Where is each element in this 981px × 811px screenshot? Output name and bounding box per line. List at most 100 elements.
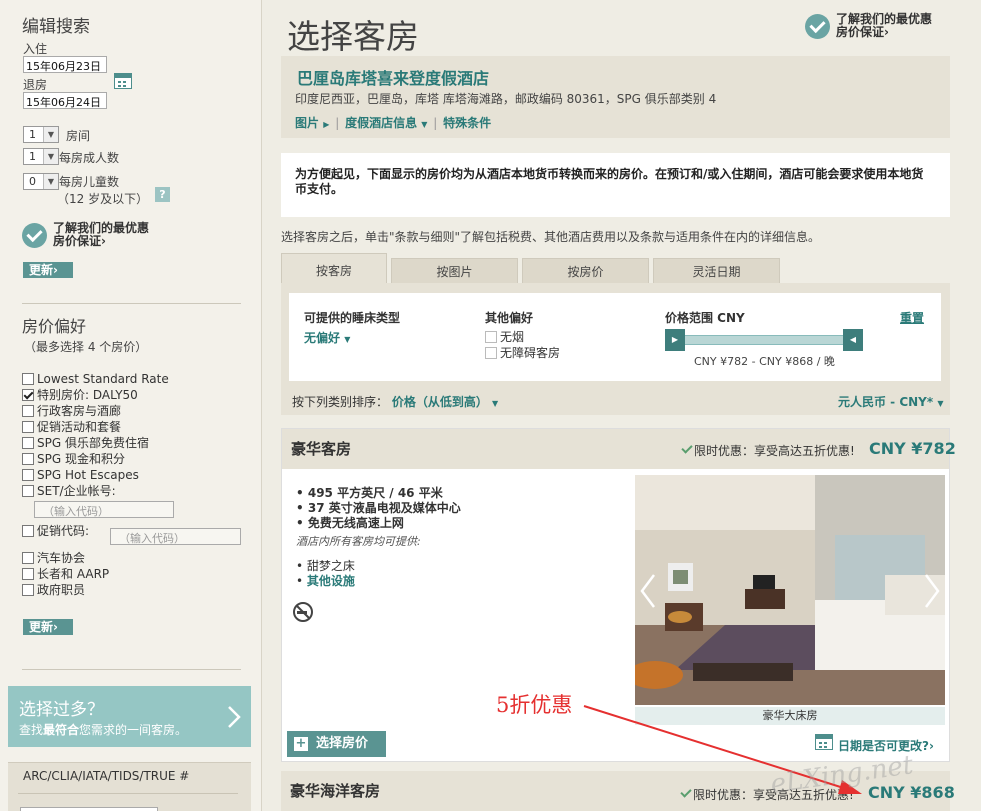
chevron-down-icon: ▼ [43, 174, 58, 189]
checkbox[interactable] [22, 469, 34, 481]
corporate-code-input[interactable]: （输入代码） [34, 501, 174, 518]
check-icon [681, 442, 693, 454]
checkbox[interactable] [22, 584, 34, 596]
checkbox[interactable] [22, 373, 34, 385]
adults-select[interactable]: 1 ▼ [23, 148, 59, 165]
affiliation-government[interactable]: 政府职员 [22, 583, 85, 597]
divider [18, 793, 238, 794]
currency-dropdown[interactable]: 元人民币 - CNY* ▼ [838, 393, 944, 410]
carousel-next-icon[interactable] [923, 573, 941, 609]
rate-option-spg-hot-escapes[interactable]: SPG Hot Escapes [22, 468, 139, 482]
checkbox[interactable] [22, 405, 34, 417]
hotel-name[interactable]: 巴厘岛库塔喜来登度假酒店 [297, 65, 489, 89]
affiliation-auto-club[interactable]: 汽车协会 [22, 551, 85, 565]
arc-clia-section: ARC/CLIA/IATA/TIDS/TRUE # [8, 762, 251, 811]
search-sidebar: 编辑搜索 入住 15年06月23日 退房 15年06月24日 1 ▼ 房间 1 ▼ … [0, 0, 262, 811]
chevron-right-icon: › [53, 263, 58, 277]
caret-down-icon: ▼ [421, 120, 428, 129]
sort-label: 按下列类别排序： [292, 395, 389, 409]
too-many-choices-banner[interactable]: 选择过多？ 查找最符合您需求的一间客房。 [8, 686, 251, 747]
checkin-date-input[interactable]: 15年06月23日 [23, 56, 107, 73]
checkbox[interactable] [22, 421, 34, 433]
promo-code-input[interactable]: （输入代码） [110, 528, 241, 545]
caret-right-icon: ▶ [323, 120, 330, 129]
chevron-right-icon: › [928, 739, 934, 753]
special-conditions-link[interactable]: 特殊条件 [443, 116, 491, 130]
checkbox[interactable] [485, 347, 497, 359]
children-select[interactable]: 0 ▼ [23, 173, 59, 190]
tab-by-rate[interactable]: 按房价 [522, 258, 649, 284]
slider-track [681, 335, 847, 345]
rate-option-spg-free-night[interactable]: SPG 俱乐部免费住宿 [22, 436, 149, 450]
hotel-address: 印度尼西亚，巴厘岛，库塔 库塔海滩路，邮政编码 80361，SPG 俱乐部类别 … [295, 92, 717, 106]
children-age-note: （12 岁及以下） [57, 192, 149, 206]
currency-notice-text: 为方便起见，下面显示的房价均为从酒店本地货币转换而来的房价。在预订和/或入住期间… [295, 167, 924, 196]
rate-option-lowest-standard[interactable]: Lowest Standard Rate [22, 372, 169, 386]
room-photo-image [635, 475, 945, 705]
rooms-select[interactable]: 1 ▼ [23, 126, 59, 143]
checkbox[interactable] [22, 525, 34, 537]
rate-option-label: 特别房价: DALY50 [37, 388, 138, 402]
reset-link[interactable]: 重置 [900, 309, 924, 326]
slider-handle-max[interactable]: ◀ [843, 329, 863, 351]
edit-search-title: 编辑搜索 [22, 17, 90, 37]
checkbox[interactable] [22, 568, 34, 580]
best-rate-guarantee-link[interactable]: 了解我们的最优惠 房价保证› [53, 222, 149, 248]
rate-option-promotions[interactable]: 促销活动和套餐 [22, 420, 121, 434]
rate-option-executive[interactable]: 行政客房与酒廊 [22, 404, 121, 418]
feature-item: • 免费无线高速上网 [296, 516, 404, 530]
calendar-icon[interactable] [114, 73, 132, 89]
nonsmoking-option[interactable]: 无烟 [485, 328, 524, 345]
checkbox[interactable] [22, 437, 34, 449]
rate-option-spg-cash-points[interactable]: SPG 现金和积分 [22, 452, 125, 466]
rate-option-corporate[interactable]: SET/企业帐号: [22, 484, 116, 498]
rate-option-label: SPG 现金和积分 [37, 452, 125, 466]
affiliation-senior-aarp[interactable]: 长者和 AARP [22, 567, 109, 581]
price-range-slider[interactable]: ▶ ◀ [665, 329, 863, 351]
arc-label: ARC/CLIA/IATA/TIDS/TRUE # [23, 769, 190, 783]
checkbox[interactable] [22, 453, 34, 465]
discount-annotation: 5折优惠 [496, 693, 573, 717]
checkout-label: 退房 [23, 78, 48, 92]
tab-by-room[interactable]: 按客房 [281, 253, 387, 284]
extra-features: • 甜梦之床 • 其他设施 [296, 559, 355, 589]
promo-code-option[interactable]: 促销代码: [22, 524, 89, 538]
slider-handle-min[interactable]: ▶ [665, 329, 685, 351]
checkbox-checked[interactable] [22, 389, 34, 401]
arc-input[interactable] [20, 807, 158, 811]
adults-label: 每房成人数 [59, 151, 120, 165]
rate-option-label: SPG Hot Escapes [37, 468, 139, 482]
bed-type-dropdown[interactable]: 无偏好 ▼ [304, 329, 350, 346]
room-photo[interactable] [635, 475, 945, 705]
photos-link[interactable]: 图片 ▶ [295, 116, 329, 130]
caret-down-icon: ▼ [492, 399, 499, 408]
resort-info-link[interactable]: 度假酒店信息 ▼ [345, 116, 427, 130]
help-icon[interactable]: ? [155, 187, 170, 202]
rate-option-label: 行政客房与酒廊 [37, 404, 122, 418]
feature-item: • 37 英寸液晶电视及媒体中心 [296, 501, 461, 515]
update-button-bottom[interactable]: 更新› [23, 619, 73, 635]
update-button[interactable]: 更新› [23, 262, 73, 278]
plus-icon: + [294, 736, 308, 751]
other-amenities-link[interactable]: 其他设施 [307, 574, 355, 588]
sort-dropdown[interactable]: 价格（从低到高） ▼ [392, 395, 498, 409]
chevron-right-icon: › [101, 234, 106, 248]
tab-by-photo[interactable]: 按图片 [391, 258, 518, 284]
carousel-prev-icon[interactable] [639, 573, 657, 609]
rate-option-daly50[interactable]: 特别房价: DALY50 [22, 388, 138, 402]
guarantee-line2: 房价保证 [836, 25, 885, 39]
chevron-right-icon: › [53, 620, 58, 634]
price-range-value: CNY ¥782 - CNY ¥868 / 晚 [694, 355, 835, 368]
promo-code-label: 促销代码: [37, 524, 90, 538]
select-rate-button[interactable]: + 选择房价 [287, 731, 386, 757]
accessible-option[interactable]: 无障碍客房 [485, 344, 560, 361]
checkbox[interactable] [485, 331, 497, 343]
checkbox[interactable] [22, 552, 34, 564]
update-button-label: 更新 [29, 263, 54, 277]
best-rate-guarantee-link-top[interactable]: 了解我们的最优惠 房价保证› [836, 13, 932, 39]
rate-preference-note: （最多选择 4 个房价） [24, 340, 148, 354]
checkbox[interactable] [22, 485, 34, 497]
chevron-down-icon: ▼ [43, 149, 58, 164]
checkout-date-input[interactable]: 15年06月24日 [23, 92, 107, 109]
tab-flexible-dates[interactable]: 灵活日期 [653, 258, 780, 284]
